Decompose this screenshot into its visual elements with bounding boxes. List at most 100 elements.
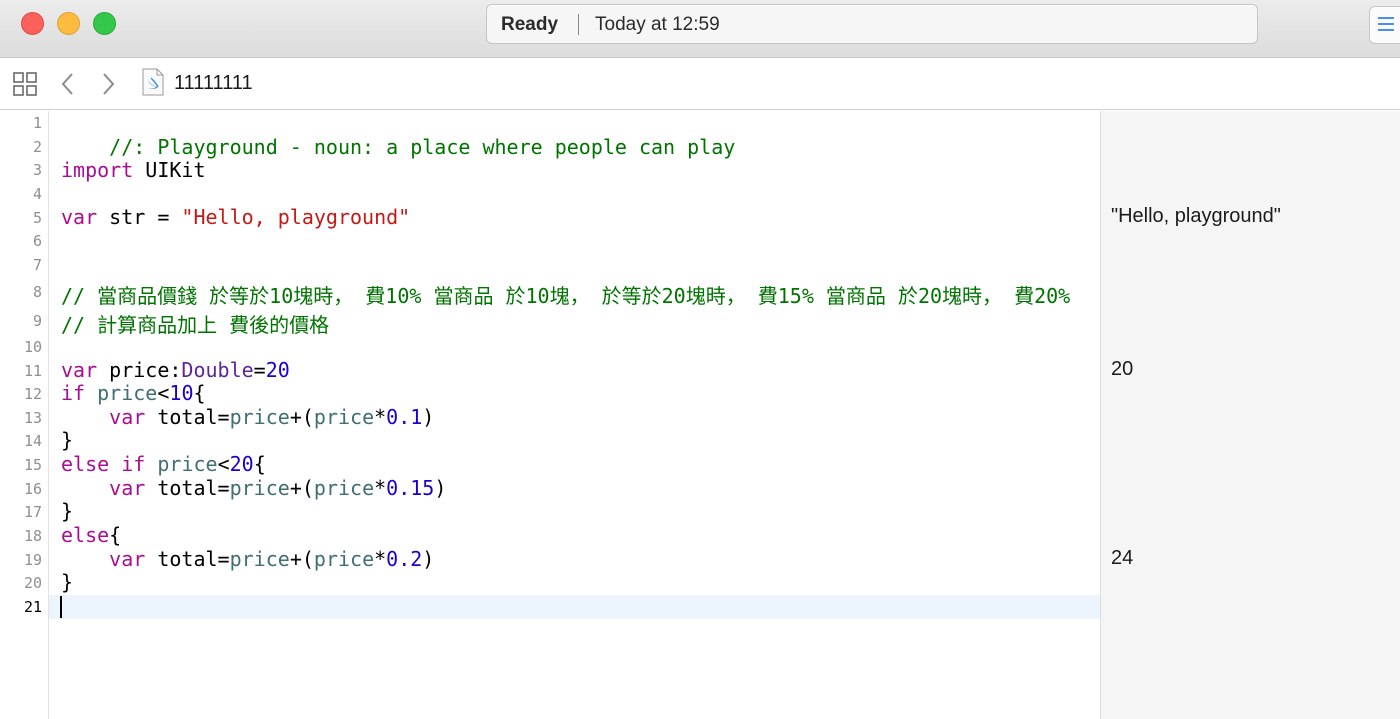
code-token: { (193, 381, 206, 405)
line-number: 7 (32, 256, 42, 274)
line-number-current: 21 (23, 598, 42, 616)
code-token: { (109, 523, 122, 547)
result-value-line-5[interactable]: "Hello, playground" (1111, 205, 1281, 228)
line-number: 12 (23, 385, 42, 403)
code-line-18: else{ (61, 523, 121, 547)
code-token: +( (289, 547, 314, 571)
keyword-token: if (61, 381, 86, 405)
code-token: = (253, 358, 266, 382)
text-cursor (60, 596, 62, 618)
lines-icon-bar (1378, 23, 1394, 25)
result-value-line-19[interactable]: 24 (1111, 547, 1133, 570)
line-number: 15 (23, 456, 42, 474)
status-divider (578, 14, 579, 35)
code-token: +( (289, 476, 314, 500)
code-token: * (374, 405, 387, 429)
title-bar: Ready Today at 12:59 (0, 0, 1400, 58)
code-token: } (61, 428, 74, 452)
string-token: "Hello, playground" (181, 205, 411, 229)
back-arrow-icon[interactable] (58, 71, 78, 97)
code-token: ) (434, 476, 447, 500)
code-token: price: (97, 358, 182, 382)
number-token: 0.15 (386, 476, 435, 500)
code-line-14: } (61, 428, 73, 452)
code-line-12: if price<10{ (61, 381, 206, 405)
activity-status-box: Ready Today at 12:59 (486, 4, 1258, 44)
line-number: 10 (23, 338, 42, 356)
line-number: 5 (32, 209, 42, 227)
line-number: 8 (32, 283, 42, 301)
breadcrumb-file-name[interactable]: 11111111 (174, 72, 253, 95)
line-number: 18 (23, 527, 42, 545)
code-line-5: var str = "Hello, playground" (61, 205, 410, 229)
keyword-token: var (61, 358, 98, 382)
code-token: +( (289, 405, 314, 429)
identifier-token: price (313, 405, 375, 429)
current-line-highlight (49, 595, 1100, 619)
code-line-17: } (61, 499, 73, 523)
indent-token (61, 405, 109, 429)
code-token: < (157, 381, 170, 405)
code-line-11: var price:Double=20 (61, 358, 290, 382)
comment-token: //: Playground - noun: a place where peo… (109, 135, 736, 159)
minimize-window-button[interactable] (57, 12, 80, 35)
identifier-token: price (97, 381, 158, 405)
identifier-token: price (229, 405, 290, 429)
close-window-button[interactable] (21, 12, 44, 35)
related-items-icon[interactable] (12, 71, 38, 97)
code-token: ) (422, 547, 435, 571)
keyword-token: else (61, 523, 110, 547)
code-token: total= (145, 405, 230, 429)
standard-editor-toggle-button[interactable] (1369, 6, 1400, 44)
number-token: 0.2 (386, 547, 423, 571)
number-token: 20 (265, 358, 290, 382)
identifier-token: price (313, 476, 375, 500)
line-number: 2 (32, 138, 42, 156)
keyword-token: import (61, 158, 134, 182)
line-number: 1 (32, 114, 42, 132)
status-label: Ready (501, 14, 559, 35)
code-token: total= (145, 547, 230, 571)
code-line-13: var total=price+(price*0.1) (61, 405, 434, 429)
code-token: { (253, 452, 266, 476)
keyword-token: else (61, 452, 110, 476)
code-line-9: // 計算商品加上 費後的價格 (61, 309, 329, 338)
code-line-19: var total=price+(price*0.2) (61, 547, 434, 571)
results-sidebar (1100, 111, 1400, 719)
code-token: * (374, 476, 387, 500)
keyword-token: if (121, 452, 146, 476)
keyword-token: var (109, 476, 146, 500)
line-number: 16 (23, 480, 42, 498)
code-token: str = (97, 205, 182, 229)
type-token: Double (181, 358, 254, 382)
indent-token (61, 476, 109, 500)
swift-file-icon (142, 68, 164, 96)
keyword-token: var (109, 547, 146, 571)
line-number: 6 (32, 232, 42, 250)
code-token: total= (145, 476, 230, 500)
indent-token (61, 547, 109, 571)
lines-icon-bar (1378, 29, 1394, 31)
line-number: 20 (23, 574, 42, 592)
code-token: } (61, 570, 74, 594)
line-number: 3 (32, 161, 42, 179)
line-number: 17 (23, 503, 42, 521)
code-token: } (61, 499, 74, 523)
keyword-token: var (61, 205, 98, 229)
number-token: 20 (229, 452, 254, 476)
line-number: 11 (23, 362, 42, 380)
code-line-20: } (61, 570, 73, 594)
zoom-window-button[interactable] (93, 12, 116, 35)
code-token: ) (422, 405, 435, 429)
comment-token: // 計算商品加上 費後的價格 (61, 313, 330, 337)
status-timestamp: Today at 12:59 (595, 14, 720, 35)
number-token: 0.1 (386, 405, 423, 429)
result-value-line-11[interactable]: 20 (1111, 358, 1133, 381)
line-number: 19 (23, 551, 42, 569)
identifier-token: price (229, 476, 290, 500)
keyword-token: var (109, 405, 146, 429)
forward-arrow-icon[interactable] (98, 71, 118, 97)
